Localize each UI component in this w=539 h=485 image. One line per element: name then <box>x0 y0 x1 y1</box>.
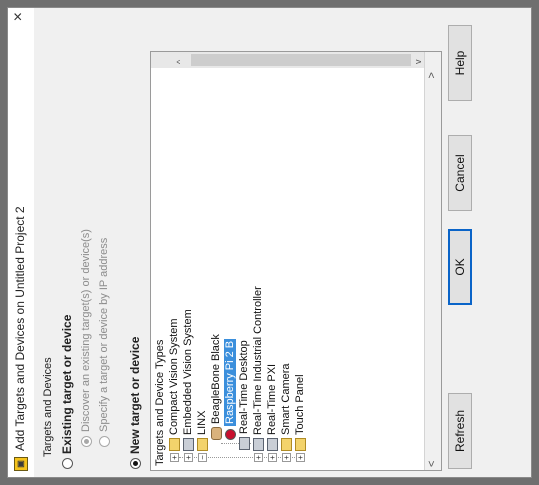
expand-icon[interactable]: + <box>169 453 179 462</box>
tree-item-touch-panel[interactable]: + Touch Panel <box>293 374 307 462</box>
beaglebone-icon <box>210 427 222 440</box>
tree-item-label: BeagleBone Black <box>210 334 222 424</box>
tree-item-rt-desktop[interactable]: Real-Time Desktop <box>237 340 251 450</box>
tree-item-label: Smart Camera <box>280 363 292 435</box>
expand-icon[interactable]: + <box>267 453 277 462</box>
close-icon[interactable]: × <box>10 12 28 21</box>
tree-item-label: Real-Time PXI <box>266 363 278 435</box>
rotated-screen: ▣ Add Targets and Devices on Untitled Pr… <box>0 0 539 485</box>
tree-item-label: Real-Time Industrial Controller <box>252 286 264 435</box>
tree-item-linx[interactable]: − LINX <box>195 411 209 462</box>
radio-selected-icon <box>80 436 92 447</box>
horizontal-scrollbar[interactable]: < > <box>424 52 441 470</box>
new-target-label: New target or device <box>128 336 142 454</box>
scroll-right-icon[interactable]: > <box>426 72 438 78</box>
vertical-scrollbar[interactable]: ^ v <box>151 52 425 68</box>
raspberry-pi-icon <box>224 429 236 440</box>
existing-target-label: Existing target or device <box>60 314 74 454</box>
discover-target-label: Discover an existing target(s) or device… <box>80 229 92 432</box>
tree-item-label: Compact Vision System <box>168 318 180 435</box>
tree-item-label-selected: Raspberry Pi 2 B <box>224 338 236 426</box>
tree-item-label: Embedded Vision System <box>182 309 194 435</box>
device-icon <box>266 438 278 451</box>
tree-item-label: Targets and Device Types <box>154 339 166 466</box>
scroll-up-icon[interactable]: ^ <box>175 60 185 64</box>
new-target-radio[interactable]: New target or device <box>128 337 142 469</box>
targets-and-devices-label: Targets and Devices <box>42 357 54 457</box>
device-icon <box>182 438 194 451</box>
help-button[interactable]: Help <box>448 25 472 101</box>
expand-icon[interactable]: + <box>183 453 193 462</box>
tree-item-label: Touch Panel <box>294 374 306 435</box>
radio-icon <box>98 436 110 447</box>
tree-item-raspberry-pi[interactable]: Raspberry Pi 2 B <box>223 338 237 440</box>
tree-item-beaglebone[interactable]: BeagleBone Black <box>209 334 223 440</box>
folder-icon <box>196 438 208 451</box>
expand-icon[interactable]: + <box>281 453 291 462</box>
expand-icon[interactable]: + <box>295 453 305 462</box>
tree-item-label: Real-Time Desktop <box>238 340 250 434</box>
radio-selected-icon <box>129 458 141 469</box>
tree-item-compact-vision[interactable]: + Compact Vision System <box>167 318 181 462</box>
device-icon <box>238 437 250 450</box>
window-title: Add Targets and Devices on Untitled Proj… <box>13 206 27 451</box>
labview-project-icon: ▣ <box>14 457 28 471</box>
folder-icon <box>280 438 292 451</box>
tree-root-item[interactable]: Targets and Device Types <box>153 340 167 466</box>
tree-item-rt-pxi[interactable]: + Real-Time PXI <box>265 364 279 462</box>
collapse-icon[interactable]: − <box>197 453 207 462</box>
scroll-down-icon[interactable]: v <box>413 60 423 65</box>
scroll-left-icon[interactable]: < <box>426 461 438 467</box>
folder-icon <box>168 438 180 451</box>
target-type-tree[interactable]: Targets and Device Types + Compact Visio… <box>150 51 442 471</box>
radio-icon <box>61 458 73 469</box>
cancel-button[interactable]: Cancel <box>448 135 472 211</box>
tree-item-label: LINX <box>196 410 208 435</box>
existing-target-radio[interactable]: Existing target or device <box>60 315 74 469</box>
expand-icon[interactable]: + <box>253 453 263 462</box>
ok-button[interactable]: OK <box>448 229 472 305</box>
tree-item-embedded-vision[interactable]: + Embedded Vision System <box>181 309 195 462</box>
discover-target-radio[interactable]: Discover an existing target(s) or device… <box>80 229 92 447</box>
refresh-button[interactable]: Refresh <box>448 393 472 469</box>
specify-ip-radio[interactable]: Specify a target or device by IP address <box>98 238 110 447</box>
title-bar: ▣ Add Targets and Devices on Untitled Pr… <box>8 8 34 477</box>
add-targets-dialog: ▣ Add Targets and Devices on Untitled Pr… <box>8 8 531 477</box>
device-icon <box>252 438 264 451</box>
specify-ip-label: Specify a target or device by IP address <box>98 237 110 432</box>
tree-item-smart-camera[interactable]: + Smart Camera <box>279 363 293 462</box>
vertical-scroll-thumb[interactable] <box>191 54 411 66</box>
folder-icon <box>294 438 306 451</box>
tree-item-rt-industrial[interactable]: + Real-Time Industrial Controller <box>251 286 265 462</box>
